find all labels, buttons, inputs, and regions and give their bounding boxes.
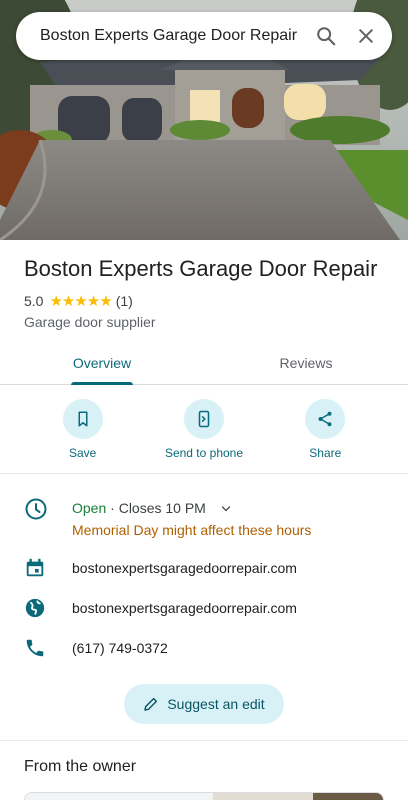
search-input[interactable]: Boston Experts Garage Door Repair bbox=[40, 27, 306, 45]
website-link[interactable]: bostonexpertsgaragedoorrepair.com bbox=[72, 600, 297, 616]
rating-row[interactable]: 5.0 ★★★★★ (1) bbox=[24, 292, 133, 310]
phone-row[interactable]: (617) 749-0372 bbox=[0, 637, 408, 664]
pencil-icon bbox=[144, 697, 158, 711]
chevron-down-icon[interactable] bbox=[220, 503, 232, 515]
bookmark-icon bbox=[78, 411, 88, 427]
tab-bar: Overview Reviews bbox=[0, 342, 408, 385]
review-count[interactable]: (1) bbox=[116, 293, 133, 309]
place-title: Boston Experts Garage Door Repair bbox=[24, 256, 378, 281]
suggest-edit-label: Suggest an edit bbox=[167, 696, 265, 712]
rating-value: 5.0 bbox=[24, 293, 44, 309]
globe-icon bbox=[25, 598, 45, 618]
phone-icon bbox=[26, 639, 44, 657]
section-divider bbox=[0, 740, 408, 741]
phone-number[interactable]: (617) 749-0372 bbox=[72, 640, 168, 656]
website-row[interactable]: bostonexpertsgaragedoorrepair.com bbox=[0, 597, 408, 624]
save-label: Save bbox=[68, 446, 97, 460]
close-icon bbox=[359, 29, 373, 43]
share-icon bbox=[318, 411, 332, 427]
tab-overview[interactable]: Overview bbox=[0, 342, 204, 384]
search-icon bbox=[317, 27, 336, 46]
clock-icon bbox=[25, 498, 47, 520]
closing-time: Closes 10 PM bbox=[118, 500, 206, 516]
share-label: Share bbox=[309, 446, 342, 460]
action-bar: Save Send to phone Share bbox=[0, 386, 408, 474]
send-to-phone-button[interactable]: Send to phone bbox=[144, 386, 264, 473]
booking-row[interactable]: bostonexpertsgaragedoorrepair.com bbox=[0, 557, 408, 584]
close-button[interactable] bbox=[346, 16, 386, 56]
send-to-phone-icon bbox=[198, 410, 210, 428]
search-button[interactable] bbox=[306, 16, 346, 56]
hours-separator: · bbox=[106, 500, 119, 516]
star-rating: ★★★★★ bbox=[49, 293, 112, 310]
owner-photo[interactable] bbox=[24, 792, 384, 800]
share-button[interactable]: Share bbox=[265, 386, 385, 473]
suggest-edit-button[interactable]: Suggest an edit bbox=[124, 684, 284, 724]
send-to-phone-label: Send to phone bbox=[164, 446, 244, 460]
holiday-hours-notice: Memorial Day might affect these hours bbox=[72, 522, 312, 538]
hours-row[interactable]: Open · Closes 10 PM Memorial Day might a… bbox=[0, 497, 408, 538]
place-category[interactable]: Garage door supplier bbox=[24, 314, 156, 330]
owner-section-title: From the owner bbox=[24, 758, 137, 775]
calendar-icon bbox=[26, 558, 44, 577]
tab-reviews[interactable]: Reviews bbox=[204, 342, 408, 384]
search-bar[interactable]: Boston Experts Garage Door Repair bbox=[16, 12, 392, 60]
booking-link[interactable]: bostonexpertsgaragedoorrepair.com bbox=[72, 560, 297, 576]
save-button[interactable]: Save bbox=[23, 386, 143, 473]
open-status: Open bbox=[72, 500, 107, 516]
